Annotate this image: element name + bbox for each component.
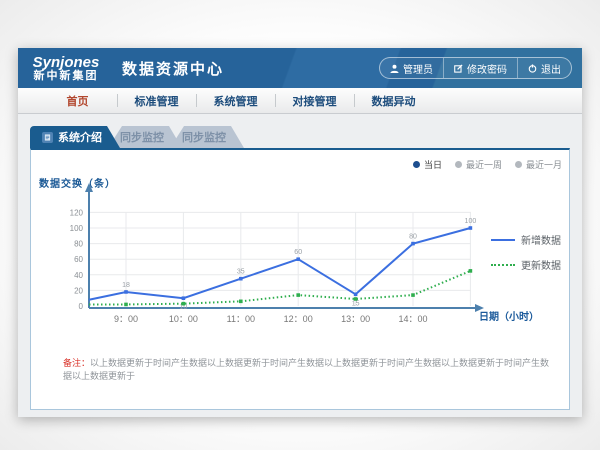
tab-bar: 系统介绍 同步监控 同步监控	[30, 126, 232, 148]
current-user-label: 管理员	[403, 61, 433, 76]
footnote: 备注：以上数据更新于时间产生数据以上数据更新于时间产生数据以上数据更新于时间产生…	[63, 356, 553, 382]
chart-legend: 新增数据 更新数据	[491, 232, 561, 272]
svg-text:12：00: 12：00	[284, 314, 313, 324]
svg-text:14：00: 14：00	[398, 314, 427, 324]
legend-label: 新增数据	[521, 232, 561, 247]
page-title: 数据资源中心	[122, 58, 224, 79]
header-bar: Synjones 新中新集团 数据资源中心 管理员 修改密码 退出	[18, 48, 582, 88]
svg-text:15: 15	[352, 300, 360, 307]
tab-sync-monitor-2[interactable]: 同步监控	[170, 126, 244, 148]
svg-text:10：00: 10：00	[169, 314, 198, 324]
logo-text-en: Synjones	[18, 55, 114, 71]
power-icon	[528, 64, 537, 73]
logout-label: 退出	[541, 61, 561, 76]
chart-panel: 当日 最近一周 最近一月 数据交换（条） 0204060801001209：00…	[30, 148, 570, 410]
change-password-button[interactable]: 修改密码	[443, 58, 517, 78]
change-password-label: 修改密码	[467, 61, 507, 76]
x-axis-title: 日期（小时）	[479, 308, 539, 323]
legend-label: 更新数据	[521, 257, 561, 272]
nav-item-system-mgmt[interactable]: 系统管理	[196, 88, 275, 113]
svg-text:35: 35	[237, 269, 245, 276]
nav-item-connection-mgmt[interactable]: 对接管理	[275, 88, 354, 113]
svg-text:40: 40	[74, 271, 83, 280]
svg-text:60: 60	[294, 249, 302, 256]
svg-text:80: 80	[409, 234, 417, 241]
logo-text-cn: 新中新集团	[18, 71, 114, 83]
edit-icon	[454, 64, 463, 73]
nav-item-standard-mgmt[interactable]: 标准管理	[117, 88, 196, 113]
tab-label: 同步监控	[120, 129, 164, 145]
svg-text:60: 60	[74, 255, 83, 264]
svg-text:20: 20	[74, 286, 83, 295]
legend-line-sample	[491, 264, 515, 266]
logout-button[interactable]: 退出	[517, 58, 571, 78]
user-icon	[390, 64, 399, 73]
footnote-separator: ：	[81, 358, 90, 368]
nav-item-data-change[interactable]: 数据异动	[354, 88, 433, 113]
nav-item-home[interactable]: 首页	[38, 88, 117, 113]
svg-text:0: 0	[79, 302, 84, 311]
svg-text:11：00: 11：00	[227, 314, 255, 324]
content-area: 系统介绍 同步监控 同步监控 当日 最近一周	[18, 114, 582, 417]
footnote-prefix: 备注	[63, 358, 81, 368]
legend-item-new-data[interactable]: 新增数据	[491, 232, 561, 247]
svg-text:13：00: 13：00	[341, 314, 370, 324]
svg-text:100: 100	[70, 224, 84, 233]
current-user-button[interactable]: 管理员	[380, 58, 443, 78]
main-nav: 首页 标准管理 系统管理 对接管理 数据异动	[18, 88, 582, 114]
footnote-text: 以上数据更新于时间产生数据以上数据更新于时间产生数据以上数据更新于时间产生数据以…	[63, 358, 549, 381]
tab-sync-monitor-1[interactable]: 同步监控	[108, 126, 182, 148]
tab-system-intro[interactable]: 系统介绍	[30, 126, 120, 148]
legend-line-sample	[491, 239, 515, 241]
svg-text:18: 18	[122, 282, 130, 289]
svg-text:100: 100	[465, 218, 477, 225]
tab-label: 系统介绍	[58, 129, 102, 145]
app-window: Synjones 新中新集团 数据资源中心 管理员 修改密码 退出	[18, 48, 582, 417]
tab-label: 同步监控	[182, 129, 226, 145]
legend-item-updated-data[interactable]: 更新数据	[491, 257, 561, 272]
brand-logo: Synjones 新中新集团	[18, 53, 114, 82]
svg-text:120: 120	[70, 208, 84, 217]
svg-text:9：00: 9：00	[114, 314, 138, 324]
svg-text:80: 80	[74, 240, 83, 249]
user-toolbar: 管理员 修改密码 退出	[379, 57, 572, 79]
document-icon	[42, 132, 53, 143]
